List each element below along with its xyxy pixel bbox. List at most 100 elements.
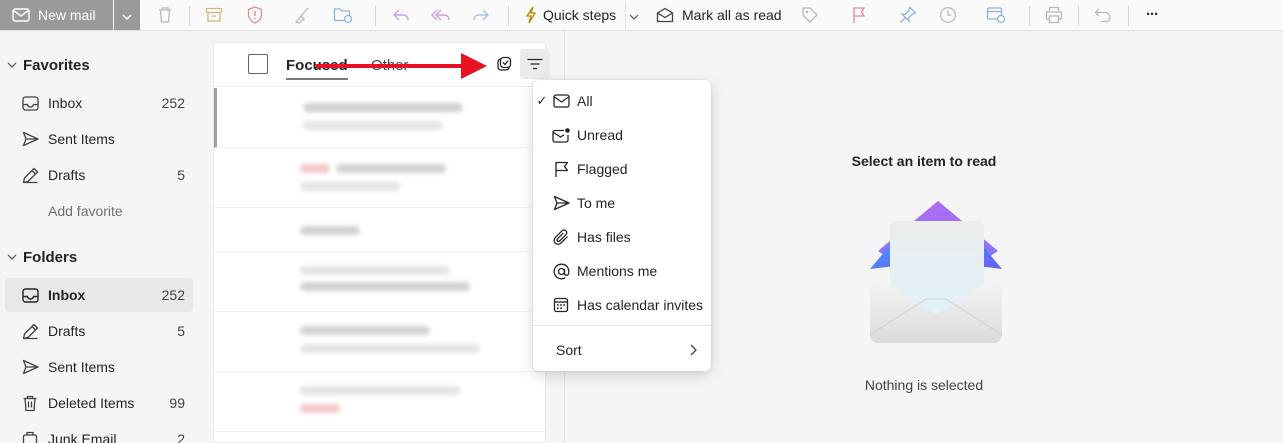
menu-item-label: Mentions me xyxy=(577,263,658,279)
print-icon[interactable] xyxy=(1043,4,1065,26)
paperclip-icon xyxy=(551,227,571,247)
chevron-right-icon xyxy=(690,343,697,359)
favorite-item-inbox[interactable]: Inbox 252 xyxy=(5,86,193,120)
folder-item-deleted-items[interactable]: Deleted Items 99 xyxy=(5,386,193,420)
mail-icon xyxy=(12,8,30,22)
snooze-clock-icon[interactable] xyxy=(937,4,959,26)
filter-button[interactable] xyxy=(520,49,550,79)
table-row[interactable] xyxy=(214,372,545,432)
toolbar-divider xyxy=(1078,6,1079,26)
filter-option-flagged[interactable]: Flagged xyxy=(533,152,711,186)
table-row[interactable] xyxy=(214,312,545,372)
nav-item-label: Inbox xyxy=(48,95,83,111)
annotation-arrow-line xyxy=(316,64,466,68)
mail-open-icon xyxy=(656,7,674,23)
favorite-item-drafts[interactable]: Drafts 5 xyxy=(5,158,193,192)
nav-item-label: Deleted Items xyxy=(48,395,135,411)
nav-item-label: Inbox xyxy=(48,287,86,303)
filter-option-unread[interactable]: Unread xyxy=(533,118,711,152)
send-icon xyxy=(21,358,39,376)
selection-mode-button[interactable] xyxy=(489,49,519,79)
pencil-icon xyxy=(21,322,39,340)
select-check-icon xyxy=(496,56,512,72)
quick-steps-button[interactable]: Quick steps xyxy=(519,1,616,29)
select-all-checkbox[interactable] xyxy=(248,54,268,74)
toolbar-divider xyxy=(1029,6,1030,26)
pencil-icon xyxy=(21,166,39,184)
filter-icon xyxy=(527,58,543,70)
sweep-icon[interactable] xyxy=(291,4,313,26)
folder-item-junk-email[interactable]: Junk Email 2 xyxy=(5,422,193,443)
trash-icon xyxy=(21,394,39,412)
nav-item-label: Sent Items xyxy=(48,359,115,375)
mail-unread-icon xyxy=(551,125,571,145)
nav-item-label: Sent Items xyxy=(48,131,115,147)
unread-count: 5 xyxy=(177,167,185,183)
undo-icon[interactable] xyxy=(1092,4,1114,26)
unread-count: 5 xyxy=(177,323,185,339)
filter-option-mentions-me[interactable]: Mentions me xyxy=(533,254,711,288)
folder-item-drafts[interactable]: Drafts 5 xyxy=(5,314,193,348)
move-to-folder-icon[interactable] xyxy=(332,4,354,26)
folders-heading-label: Folders xyxy=(23,248,78,266)
forward-icon[interactable] xyxy=(470,4,492,26)
filter-option-to-me[interactable]: To me xyxy=(533,186,711,220)
table-row[interactable] xyxy=(214,148,545,208)
filter-option-has-calendar-invites[interactable]: Has calendar invites xyxy=(533,288,711,322)
nav-item-label: Drafts xyxy=(48,323,86,339)
mail-icon xyxy=(551,91,571,111)
folders-heading[interactable]: Folders xyxy=(0,242,77,272)
sort-label: Sort xyxy=(556,342,582,358)
mark-all-read-label: Mark all as read xyxy=(682,7,782,23)
rules-icon[interactable] xyxy=(985,4,1007,26)
sort-submenu[interactable]: Sort xyxy=(533,334,711,366)
chevron-down-icon xyxy=(7,62,19,68)
delete-icon[interactable] xyxy=(154,4,176,26)
tag-icon[interactable] xyxy=(799,4,821,26)
folder-pane: Favorites Inbox 252 Sent Items Drafts 5 … xyxy=(0,31,200,443)
new-mail-dropdown[interactable] xyxy=(114,0,140,30)
calendar-icon xyxy=(551,295,571,315)
favorites-heading[interactable]: Favorites xyxy=(0,50,90,80)
reading-pane-empty-text: Nothing is selected xyxy=(864,377,984,393)
annotation-arrow-head xyxy=(461,53,487,79)
mark-all-read-button[interactable]: Mark all as read xyxy=(656,1,782,29)
menu-item-label: Has files xyxy=(577,229,631,245)
filter-menu: ✓ All Unread Flagged To me Has files Men… xyxy=(533,80,711,371)
nav-item-label: Drafts xyxy=(48,167,86,183)
table-row[interactable] xyxy=(214,208,545,252)
message-list: Focused Other xyxy=(213,42,550,443)
junk-icon xyxy=(21,430,39,443)
chevron-down-icon xyxy=(7,254,19,260)
new-mail-label: New mail xyxy=(38,7,96,23)
send-icon xyxy=(21,130,39,148)
reply-icon[interactable] xyxy=(390,4,412,26)
toolbar-divider xyxy=(508,6,509,26)
message-rows xyxy=(214,88,545,432)
chevron-down-icon xyxy=(122,7,132,23)
table-row[interactable] xyxy=(214,88,545,148)
add-favorite-link[interactable]: Add favorite xyxy=(48,203,123,219)
favorites-heading-label: Favorites xyxy=(23,56,90,74)
unread-count: 2 xyxy=(177,431,185,443)
menu-item-label: To me xyxy=(577,195,616,211)
menu-divider xyxy=(533,325,711,326)
reply-all-icon[interactable] xyxy=(430,4,452,26)
quick-steps-dropdown[interactable] xyxy=(625,1,641,29)
pin-icon[interactable] xyxy=(897,4,919,26)
menu-item-label: Unread xyxy=(577,127,623,143)
folder-item-inbox[interactable]: Inbox 252 xyxy=(5,278,193,312)
flag-icon[interactable] xyxy=(848,4,870,26)
ribbon-toolbar: New mail Quick steps Mark all as read ··… xyxy=(0,0,1283,31)
table-row[interactable] xyxy=(214,252,545,312)
archive-icon[interactable] xyxy=(203,4,225,26)
report-shield-icon[interactable] xyxy=(244,4,266,26)
filter-option-has-files[interactable]: Has files xyxy=(533,220,711,254)
flag-icon xyxy=(551,159,571,179)
menu-item-label: Flagged xyxy=(577,161,628,177)
new-mail-button[interactable]: New mail xyxy=(0,0,113,30)
folder-item-sent-items[interactable]: Sent Items xyxy=(5,350,193,384)
filter-option-all[interactable]: ✓ All xyxy=(533,84,711,118)
favorite-item-sent-items[interactable]: Sent Items xyxy=(5,122,193,156)
more-options-icon[interactable]: ··· xyxy=(1141,3,1163,25)
